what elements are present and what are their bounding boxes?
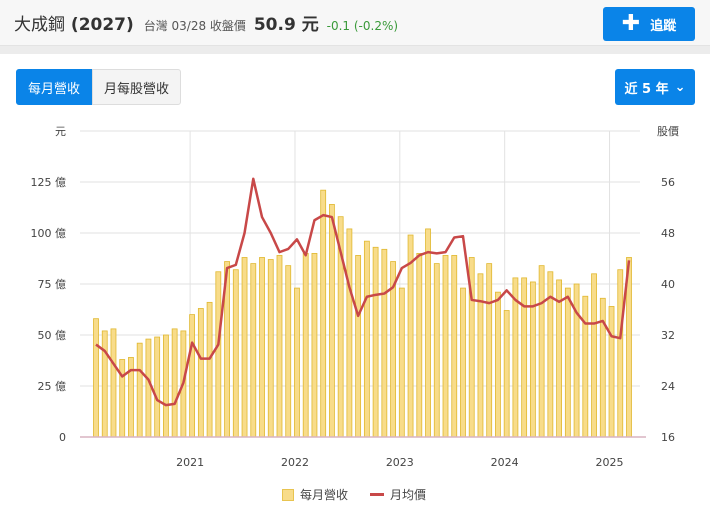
left-tick-label: 75 億 bbox=[38, 278, 67, 291]
revenue-bar bbox=[294, 287, 300, 438]
x-tick-label: 2022 bbox=[281, 456, 309, 469]
revenue-bar bbox=[538, 265, 545, 438]
left-tick-label: 50 億 bbox=[38, 329, 67, 342]
revenue-bar bbox=[460, 287, 466, 438]
revenue-bar bbox=[521, 277, 528, 438]
revenue-bar bbox=[285, 265, 292, 438]
legend-label: 每月營收 bbox=[300, 488, 349, 502]
revenue-bar bbox=[355, 255, 362, 438]
revenue-bar bbox=[197, 308, 204, 438]
revenue-bar bbox=[503, 310, 510, 438]
revenue-bar bbox=[329, 204, 335, 438]
revenue-bar bbox=[241, 257, 248, 438]
revenue-bar bbox=[599, 297, 606, 438]
left-axis-unit: 元 bbox=[55, 125, 66, 138]
revenue-bar bbox=[93, 318, 99, 438]
left-tick-label: 100 億 bbox=[31, 227, 67, 240]
revenue-bar bbox=[145, 338, 152, 438]
x-tick-label: 2023 bbox=[386, 456, 414, 469]
legend-item-revenue[interactable]: 每月營收 bbox=[282, 486, 348, 503]
revenue-bar bbox=[346, 228, 353, 438]
revenue-bar bbox=[154, 336, 161, 438]
right-tick-label: 32 bbox=[661, 329, 675, 342]
revenue-bar bbox=[163, 334, 169, 438]
x-tick-label: 2021 bbox=[176, 456, 204, 469]
right-tick-label: 16 bbox=[661, 431, 675, 444]
revenue-bar bbox=[110, 328, 117, 438]
revenue-bar bbox=[372, 246, 379, 438]
right-tick-label: 40 bbox=[661, 278, 675, 291]
revenue-bar bbox=[416, 252, 423, 438]
revenue-bar bbox=[617, 269, 624, 438]
revenue-bar bbox=[564, 287, 571, 438]
bar-swatch bbox=[282, 488, 294, 501]
revenue-bar bbox=[267, 259, 274, 438]
revenue-bar bbox=[486, 263, 493, 438]
revenue-bar bbox=[302, 252, 309, 438]
revenue-bar bbox=[442, 255, 449, 438]
revenue-bar bbox=[276, 255, 283, 438]
revenue-bar bbox=[259, 257, 265, 438]
revenue-bar bbox=[320, 189, 327, 438]
x-tick-label: 2025 bbox=[596, 456, 624, 469]
revenue-bar bbox=[215, 271, 222, 438]
revenue-bar bbox=[582, 295, 589, 438]
revenue-bar bbox=[119, 359, 126, 438]
revenue-bar bbox=[556, 279, 562, 438]
right-tick-label: 24 bbox=[661, 380, 675, 393]
revenue-bar bbox=[398, 287, 405, 438]
x-tick-label: 2024 bbox=[491, 456, 519, 469]
revenue-bar bbox=[136, 342, 143, 438]
revenue-bar bbox=[363, 240, 370, 438]
left-tick-label: 125 億 bbox=[31, 176, 67, 189]
left-tick-label: 25 億 bbox=[38, 380, 67, 393]
revenue-bar bbox=[189, 314, 196, 438]
right-tick-label: 56 bbox=[661, 176, 675, 189]
revenue-bar bbox=[381, 248, 388, 438]
revenue-bar bbox=[311, 252, 318, 438]
revenue-bar bbox=[433, 263, 440, 438]
revenue-bar bbox=[206, 301, 213, 438]
revenue-bar bbox=[425, 228, 431, 438]
revenue-bar bbox=[232, 269, 239, 438]
revenue-bar bbox=[608, 306, 615, 438]
revenue-chart: 0 16 25 億 24 50 億 32 75 億 40 100 億 48 125 億 56 元 股價 20… bbox=[31, 124, 680, 469]
legend-item-price[interactable]: 月均價 bbox=[370, 486, 426, 503]
revenue-bar bbox=[477, 273, 484, 438]
left-tick-label: 0 bbox=[59, 431, 66, 444]
revenue-bar bbox=[591, 273, 597, 438]
right-axis-unit: 股價 bbox=[657, 124, 679, 138]
revenue-bar bbox=[250, 263, 257, 438]
revenue-bar bbox=[171, 328, 178, 438]
revenue-bar bbox=[101, 330, 108, 438]
revenue-bar bbox=[451, 255, 458, 438]
legend-label: 月均價 bbox=[390, 488, 427, 502]
revenue-bar bbox=[495, 291, 501, 438]
line-swatch bbox=[370, 493, 385, 496]
right-tick-label: 48 bbox=[661, 227, 675, 240]
chart-legend: 每月營收 月均價 bbox=[282, 486, 426, 503]
